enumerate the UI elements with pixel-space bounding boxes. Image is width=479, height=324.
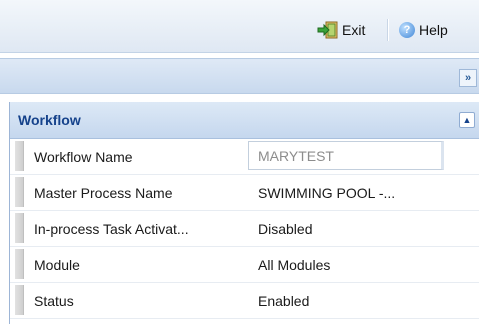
- row-handle: [15, 213, 24, 243]
- help-icon: ?: [399, 22, 415, 38]
- exit-label: Exit: [342, 22, 366, 38]
- exit-button[interactable]: Exit: [317, 20, 365, 40]
- workflow-panel: Workflow ▲ Workflow Name Master Process …: [9, 102, 479, 324]
- property-row-in-process-task-activation: In-process Task Activat... Disabled: [10, 211, 479, 247]
- property-row-workflow-name: Workflow Name: [10, 139, 479, 175]
- panel-header: Workflow ▲: [10, 102, 479, 139]
- property-value[interactable]: SWIMMING POOL -...: [258, 185, 448, 201]
- property-label: In-process Task Activat...: [34, 221, 189, 237]
- navigation-band: [0, 58, 479, 94]
- row-handle: [15, 177, 24, 207]
- row-handle: [15, 141, 24, 171]
- help-button[interactable]: ? Help: [399, 20, 448, 40]
- property-label: Workflow Name: [34, 149, 133, 165]
- workflow-name-input[interactable]: [248, 141, 444, 170]
- property-label: Status: [34, 293, 74, 309]
- property-value[interactable]: All Modules: [258, 257, 448, 273]
- help-label: Help: [419, 22, 448, 38]
- property-row-status: Status Enabled: [10, 283, 479, 319]
- property-label: Master Process Name: [34, 185, 173, 201]
- row-handle: [15, 285, 24, 315]
- property-row-module: Module All Modules: [10, 247, 479, 283]
- top-toolbar: Exit ? Help: [0, 0, 479, 53]
- panel-title: Workflow: [18, 112, 81, 128]
- row-handle: [15, 249, 24, 279]
- property-label: Module: [34, 257, 80, 273]
- property-value[interactable]: Enabled: [258, 293, 448, 309]
- property-row-master-process-name: Master Process Name SWIMMING POOL -...: [10, 175, 479, 211]
- collapse-up-icon[interactable]: ▲: [459, 112, 475, 128]
- toolbar-separator: [387, 19, 389, 41]
- double-chevron-right-icon[interactable]: »: [459, 69, 477, 87]
- exit-door-icon: [317, 21, 339, 39]
- property-value[interactable]: Disabled: [258, 221, 448, 237]
